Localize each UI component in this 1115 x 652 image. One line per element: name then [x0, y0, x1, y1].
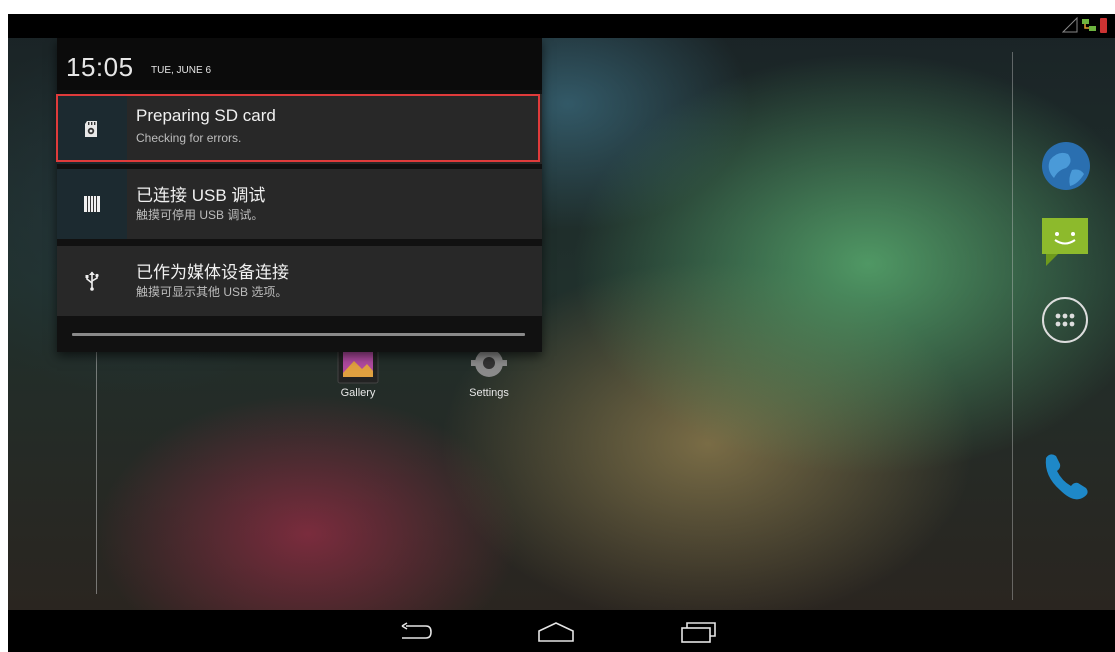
battery-icon: [1100, 18, 1107, 33]
home-button[interactable]: [534, 618, 578, 646]
notification-subtitle: 触摸可停用 USB 调试。: [136, 208, 264, 222]
navigation-bar: [8, 610, 1115, 652]
recent-apps-icon: [681, 622, 716, 643]
notification-shade[interactable]: 15:05 TUE, JUNE 6 Preparing SD card Chec…: [57, 38, 542, 352]
status-bar[interactable]: [8, 14, 1115, 38]
all-apps-button[interactable]: [1040, 295, 1090, 349]
settings-label: Settings: [469, 387, 509, 399]
usb-debug-icon: [57, 169, 127, 239]
notification-title: 已连接 USB 调试: [136, 186, 266, 205]
messaging-shortcut[interactable]: [1040, 216, 1090, 272]
all-apps-icon: [1042, 297, 1088, 343]
back-icon: [401, 622, 432, 639]
gallery-app[interactable]: Gallery: [318, 345, 398, 399]
phone-icon: [1045, 454, 1088, 500]
usb-icon: [57, 246, 127, 316]
home-divider-right: [1012, 52, 1013, 600]
browser-icon: [1042, 142, 1090, 190]
sd-card-icon: [57, 94, 127, 164]
clock: 15:05: [66, 52, 134, 82]
network-icon: [1081, 17, 1097, 33]
notification-subtitle: Checking for errors.: [136, 131, 242, 145]
notification-title: 已作为媒体设备连接: [136, 263, 289, 282]
notification-subtitle: 触摸可显示其他 USB 选项。: [136, 285, 288, 299]
notification-usb-debugging[interactable]: 已连接 USB 调试 触摸可停用 USB 调试。: [57, 169, 542, 239]
phone-shortcut[interactable]: [1038, 448, 1094, 508]
settings-app[interactable]: Settings: [449, 345, 529, 399]
recent-apps-button[interactable]: [676, 618, 720, 646]
shade-header: 15:05 TUE, JUNE 6: [57, 38, 542, 90]
signal-icon: [1062, 17, 1078, 33]
back-button[interactable]: [394, 618, 438, 646]
messaging-icon: [1042, 218, 1088, 266]
notification-title: Preparing SD card: [136, 106, 276, 125]
shade-drag-handle[interactable]: [72, 333, 525, 336]
home-divider-left: [96, 330, 97, 594]
notification-usb-media[interactable]: 已作为媒体设备连接 触摸可显示其他 USB 选项。: [57, 246, 542, 316]
browser-shortcut[interactable]: [1040, 140, 1092, 196]
home-icon: [538, 622, 574, 642]
date: TUE, JUNE 6: [151, 65, 212, 76]
gallery-label: Gallery: [340, 387, 376, 399]
notification-sd-card[interactable]: Preparing SD card Checking for errors.: [57, 94, 542, 164]
